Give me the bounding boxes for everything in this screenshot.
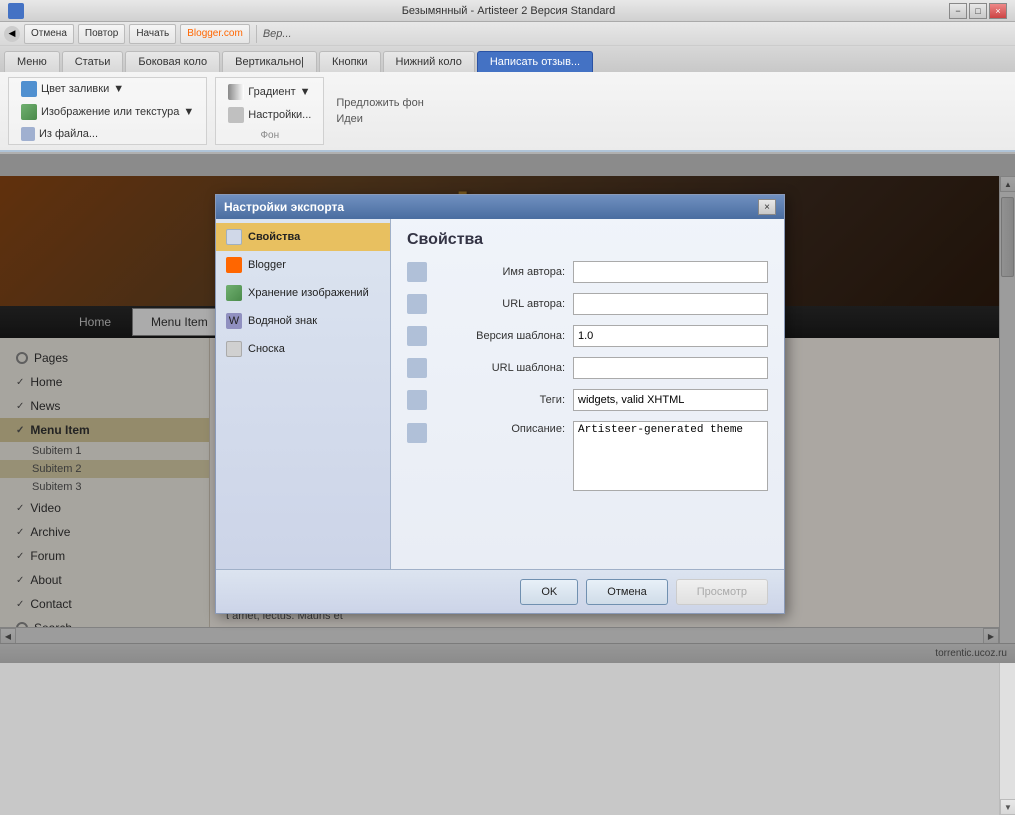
articles-tab[interactable]: Статьи [62, 51, 124, 72]
tags-input[interactable] [573, 389, 768, 411]
fill-color-icon [21, 81, 37, 97]
tags-label: Теги: [435, 394, 565, 406]
dialog-body: Свойства Blogger Хранение изображений W … [216, 219, 784, 569]
image-storage-icon [226, 285, 242, 301]
ribbon-content: Цвет заливки ▼ Изображение или текстура … [0, 72, 1015, 152]
suggest-area: Предложить фон Идеи [332, 93, 427, 129]
from-file-btn[interactable]: Из файла... [15, 125, 200, 143]
template-url-label: URL шаблона: [435, 362, 565, 374]
close-window-button[interactable]: × [989, 3, 1007, 19]
from-file-icon [21, 127, 35, 141]
redo-button[interactable]: Повтор [78, 24, 125, 44]
watermark-icon: W [226, 313, 242, 329]
title-bar: Безымянный - Artisteer 2 Версия Standard… [0, 0, 1015, 22]
background-group: Цвет заливки ▼ Изображение или текстура … [8, 77, 207, 145]
dialog-sidebar: Свойства Blogger Хранение изображений W … [216, 219, 391, 569]
buttons-tab[interactable]: Кнопки [319, 51, 381, 72]
dialog-title: Настройки экспорта [224, 200, 344, 214]
undo-button[interactable]: Отмена [24, 24, 74, 44]
dialog-main-title: Свойства [407, 231, 768, 249]
suggest-bg-label: Предложить фон [336, 97, 423, 109]
dialog-sidebar-footnote[interactable]: Сноска [216, 335, 390, 363]
template-version-row: Версия шаблона: [407, 325, 768, 347]
template-version-icon [407, 326, 427, 346]
blogger-icon [226, 257, 242, 273]
ok-button[interactable]: OK [520, 579, 578, 605]
template-url-icon [407, 358, 427, 378]
properties-icon [226, 229, 242, 245]
window-controls: − □ × [949, 3, 1007, 19]
dialog-titlebar: Настройки экспорта × [216, 195, 784, 219]
export-settings-dialog: Настройки экспорта × Свойства Blogger [215, 194, 785, 614]
quick-access-icon: ◀ [4, 26, 20, 42]
start-button[interactable]: Начать [129, 24, 176, 44]
gradient-btn[interactable]: Градиент ▼ [222, 82, 317, 102]
settings-icon [228, 107, 244, 123]
dialog-footer: OK Отмена Просмотр [216, 569, 784, 613]
maximize-button[interactable]: □ [969, 3, 987, 19]
template-url-input[interactable] [573, 357, 768, 379]
gradient-icon [228, 84, 244, 100]
template-version-label: Версия шаблона: [435, 330, 565, 342]
main-area: torrentic.ucoz.ru torrentic.ucoz.ru Home… [0, 154, 1015, 663]
tags-icon [407, 390, 427, 410]
dialog-sidebar-properties[interactable]: Свойства [216, 223, 390, 251]
author-url-input[interactable] [573, 293, 768, 315]
minimize-button[interactable]: − [949, 3, 967, 19]
template-url-row: URL шаблона: [407, 357, 768, 379]
fill-color-btn[interactable]: Цвет заливки ▼ [15, 79, 200, 99]
ribbon-tabs: Меню Статьи Боковая коло Вертикально| Кн… [0, 46, 1015, 72]
ribbon-toolbar: ◀ Отмена Повтор Начать Blogger.com Вер..… [0, 22, 1015, 46]
blogger-button[interactable]: Blogger.com [180, 24, 250, 44]
description-row: Описание: Artisteer-generated theme [407, 421, 768, 491]
bottom-col-tab[interactable]: Нижний коло [383, 51, 475, 72]
description-label: Описание: [435, 421, 565, 435]
author-url-icon [407, 294, 427, 314]
dialog-sidebar-watermark[interactable]: W Водяной знак [216, 307, 390, 335]
dialog-main: Свойства Имя автора: URL автора: Версия … [391, 219, 784, 569]
background-label: Фон [222, 128, 317, 141]
author-name-row: Имя автора: [407, 261, 768, 283]
author-name-input[interactable] [573, 261, 768, 283]
description-icon [407, 423, 427, 443]
ideas-label: Идеи [336, 113, 423, 125]
sidebar-col-tab[interactable]: Боковая коло [125, 51, 220, 72]
window-title: Безымянный - Artisteer 2 Версия Standard [68, 5, 949, 17]
author-name-icon [407, 262, 427, 282]
tagline-text: Вер... [263, 28, 292, 40]
dialog-sidebar-image-storage[interactable]: Хранение изображений [216, 279, 390, 307]
tags-row: Теги: [407, 389, 768, 411]
settings-btn[interactable]: Настройки... [222, 105, 317, 125]
menu-tab[interactable]: Меню [4, 51, 60, 72]
write-review-tab[interactable]: Написать отзыв... [477, 51, 593, 72]
author-url-label: URL автора: [435, 298, 565, 310]
preview-button[interactable]: Просмотр [676, 579, 768, 605]
image-texture-icon [21, 104, 37, 120]
dialog-sidebar-blogger[interactable]: Blogger [216, 251, 390, 279]
dialog-overlay: Настройки экспорта × Свойства Blogger [0, 154, 1015, 663]
template-version-input[interactable] [573, 325, 768, 347]
cancel-button[interactable]: Отмена [586, 579, 667, 605]
toolbar-separator [256, 25, 257, 43]
vertical-col-tab[interactable]: Вертикально| [222, 51, 317, 72]
description-textarea[interactable]: Artisteer-generated theme [573, 421, 768, 491]
gradient-group: Градиент ▼ Настройки... Фон [215, 77, 324, 145]
author-url-row: URL автора: [407, 293, 768, 315]
image-texture-btn[interactable]: Изображение или текстура ▼ [15, 102, 200, 122]
footnote-icon [226, 341, 242, 357]
scroll-down-button[interactable]: ▼ [1000, 799, 1015, 815]
app-icon [8, 3, 24, 19]
dialog-close-button[interactable]: × [758, 199, 776, 215]
author-name-label: Имя автора: [435, 266, 565, 278]
ribbon-area: ◀ Отмена Повтор Начать Blogger.com Вер..… [0, 22, 1015, 154]
